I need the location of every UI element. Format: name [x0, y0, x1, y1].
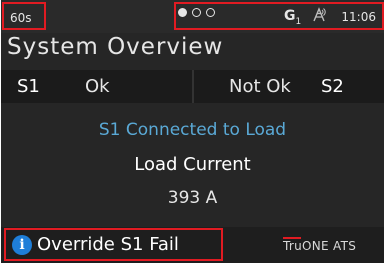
source-status-row: S1 Ok Not Ok S2	[1, 70, 384, 103]
source-2-name: S2	[321, 76, 344, 97]
clock: 11:06	[341, 10, 376, 24]
status-indicators[interactable]: G1 11:06	[174, 2, 384, 30]
connection-status: S1 Connected to Load	[98, 120, 287, 140]
antenna-signal-icon	[313, 7, 326, 22]
ats-display: 60s G1 11:06 System Overview S1 Ok Not O…	[1, 0, 384, 263]
source-divider	[192, 70, 194, 103]
status-bar: 60s G1 11:06	[1, 0, 384, 33]
source-1-status: Ok	[85, 76, 110, 97]
page-dot	[192, 8, 201, 17]
generator-sub: 1	[295, 16, 302, 27]
bottom-bar: i Override S1 Fail TruONE ATS	[1, 227, 384, 263]
generator-label: G	[284, 8, 296, 24]
source-2-status: Not Ok	[229, 76, 291, 97]
brand-logo: TruONE ATS	[283, 239, 357, 253]
load-current-label: Load Current	[134, 154, 251, 175]
info-icon: i	[12, 235, 32, 255]
page-indicator	[178, 8, 215, 17]
page-dot	[206, 8, 215, 17]
generator-icon: G1	[284, 8, 301, 27]
override-button[interactable]: i Override S1 Fail	[4, 228, 223, 261]
override-label: Override S1 Fail	[37, 234, 179, 255]
timeout-timer[interactable]: 60s	[2, 2, 46, 30]
source-1-name: S1	[17, 76, 40, 97]
page-dot-active	[178, 8, 187, 17]
load-current-value: 393 A	[167, 188, 218, 208]
page-title: System Overview	[7, 34, 224, 60]
timer-value: 60s	[10, 11, 32, 25]
